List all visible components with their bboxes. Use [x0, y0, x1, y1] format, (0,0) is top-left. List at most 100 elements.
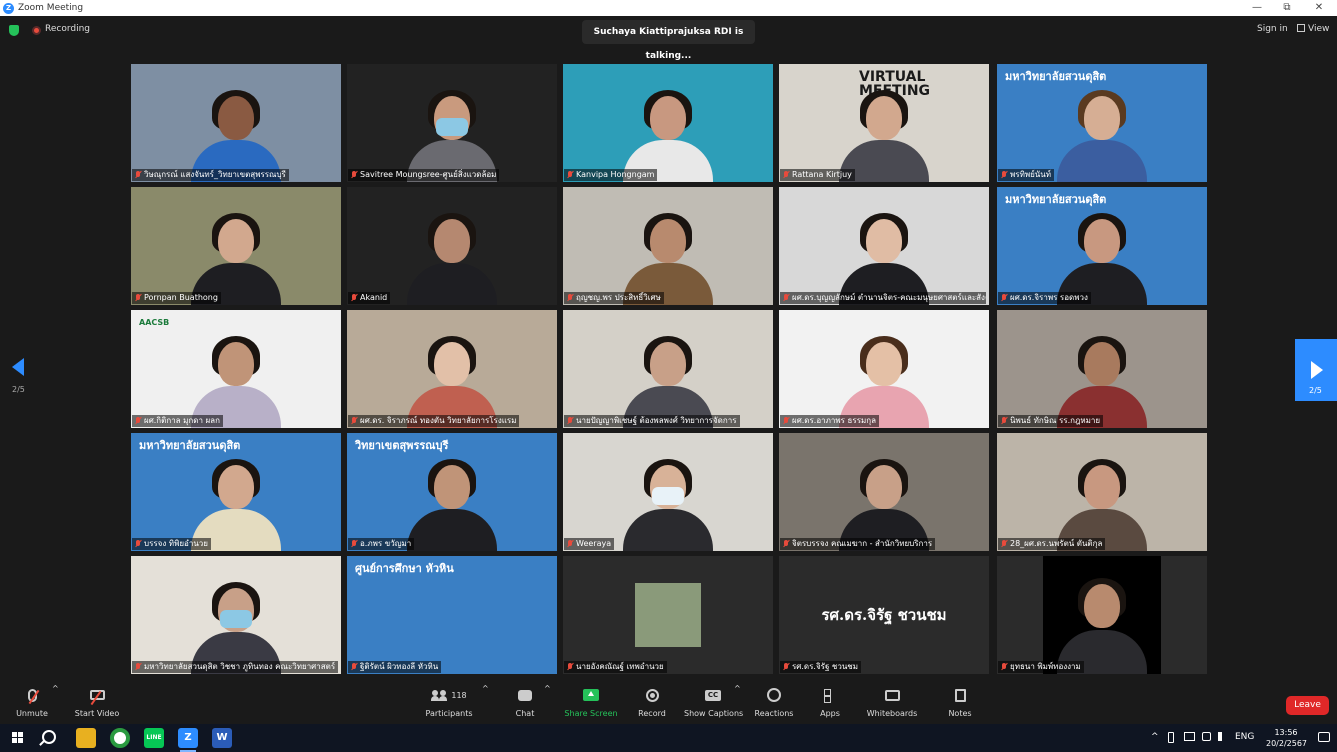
chat-options-caret[interactable]: ^ [544, 684, 551, 724]
previous-page-button[interactable]: 2/5 [12, 358, 26, 398]
restore-button[interactable]: ⧉ [1270, 0, 1304, 16]
mic-muted-icon [351, 663, 357, 671]
participant-tile[interactable]: VIRTUAL MEETING Rattana Kirtjuy [779, 64, 989, 182]
apps-label: Apps [820, 709, 840, 718]
chat-label: Chat [515, 709, 535, 718]
participant-tile[interactable]: Kanvipa Hongngam [563, 64, 773, 182]
person-body [407, 263, 497, 305]
view-button[interactable]: View [1297, 24, 1329, 34]
chat-button[interactable]: Chat [510, 684, 540, 724]
record-button[interactable]: Record [636, 684, 668, 724]
participant-name-label: ผศ.ดร.อาภาพร ธรรมกุล [780, 415, 880, 427]
mic-muted-icon [1001, 171, 1007, 179]
network-icon[interactable] [1184, 732, 1195, 741]
person-face [434, 465, 470, 509]
audio-options-caret[interactable]: ^ [52, 684, 59, 724]
participant-tile[interactable]: Pornpan Buathong [131, 187, 341, 305]
mic-muted-icon [1001, 294, 1007, 302]
participant-tile[interactable]: Weeraya [563, 433, 773, 551]
participant-tile[interactable]: ฤญชญ.พร ประสิทธิ์วิเศษ [563, 187, 773, 305]
windows-start-icon[interactable] [12, 732, 24, 744]
participant-tile[interactable]: จิตรบรรจง คณเมฆาก - สำนักวิทยบริการ [779, 433, 989, 551]
participant-name-label: นิพนธ์ ทักษิณ รร.กฎหมาย [998, 415, 1104, 427]
participant-video [623, 459, 713, 551]
unmute-button[interactable]: Unmute [10, 684, 54, 724]
apps-button[interactable]: Apps [816, 684, 844, 724]
participant-tile[interactable]: รศ.ดร.จิรัฐ ชวนชม รศ.ดร.จิรัฐ ชวนชม [779, 556, 989, 674]
participant-tile[interactable]: มหาวิทยาลัยสวนดุสิต ผศ.ดร.จิราพร รอดพวง [997, 187, 1207, 305]
participant-tile[interactable]: Savitree Moungsree-ศูนย์สิ่งแวดล้อม [347, 64, 557, 182]
participant-tile[interactable]: มหาวิทยาลัยสวนดุสิต วิชชา ภูทินทอง คณะวิ… [131, 556, 341, 674]
grid-view-icon [1297, 24, 1305, 32]
participant-tile[interactable]: ผศ.ดร.บุญญลักษม์ ตำนานจิตร-คณะมนุษยศาสตร… [779, 187, 989, 305]
participant-name-label: รศ.ดร.จิรัฐ ชวนชม [780, 661, 861, 673]
participant-tile[interactable]: 28_ผศ.ดร.นพรัตน์ ตันติกุล [997, 433, 1207, 551]
mic-muted-icon [135, 417, 141, 425]
person-face [650, 96, 686, 140]
virtual-background-text: มหาวิทยาลัยสวนดุสิต [139, 439, 241, 452]
zoom-app-icon[interactable]: Z [178, 728, 198, 752]
start-video-button[interactable]: Start Video [72, 684, 122, 724]
participant-name-label: ยุทธนา พิมพ์ทองงาม [998, 661, 1084, 673]
participants-options-caret[interactable]: ^ [482, 684, 489, 724]
whiteboards-label: Whiteboards [866, 709, 918, 718]
participant-tile[interactable]: ยุทธนา พิมพ์ทองงาม [997, 556, 1207, 674]
participant-tile[interactable]: มหาวิทยาลัยสวนดุสิต บรรจง ทิพิยอำนวย [131, 433, 341, 551]
participant-tile[interactable]: Akanid [347, 187, 557, 305]
chrome-icon[interactable] [110, 728, 130, 748]
share-screen-button[interactable]: Share Screen [563, 684, 619, 724]
participant-name: นายปัญญาพิเชษฐ์ ต้องพลพงศ์ วิทยาการจัดกา… [576, 416, 737, 425]
participant-video [407, 213, 497, 305]
notes-label: Notes [948, 709, 972, 718]
participant-tile[interactable]: นายปัญญาพิเชษฐ์ ต้องพลพงศ์ วิทยาการจัดกา… [563, 310, 773, 428]
whiteboards-button[interactable]: Whiteboards [866, 684, 918, 724]
participants-icon [431, 689, 447, 701]
participant-name-label: จิตรบรรจง คณเมฆาก - สำนักวิทยบริการ [780, 538, 936, 550]
participant-tile[interactable]: ผศ.ดร. จิราภรณ์ ทองตัน วิทยาลัยการโรงแรม [347, 310, 557, 428]
mic-muted-icon [135, 540, 141, 548]
battery-icon[interactable] [1168, 732, 1174, 743]
tray-overflow-chevron[interactable]: ^ [1151, 732, 1159, 742]
input-language[interactable]: ENG [1235, 732, 1254, 742]
recording-label[interactable]: Recording [45, 24, 90, 34]
onedrive-icon[interactable] [1202, 732, 1211, 741]
notes-button[interactable]: Notes [946, 684, 974, 724]
participant-tile[interactable]: วิทยาเขตสุพรรณบุรี อ.ภพร ขวัญมา [347, 433, 557, 551]
mic-muted-icon [351, 540, 357, 548]
participant-tile[interactable]: ผศ.ดร.อาภาพร ธรรมกุล [779, 310, 989, 428]
participant-tile[interactable]: ศูนย์การศึกษา หัวหิน ฐิติรัตน์ ผิวทองลี ห… [347, 556, 557, 674]
mic-muted-icon [1001, 540, 1007, 548]
participant-tile[interactable]: มหาวิทยาลัยสวนดุสิต พรทิพย์นันท์ [997, 64, 1207, 182]
meeting-controls-toolbar: Unmute ^ Start Video 118 Participants ^ … [0, 684, 1337, 724]
line-app-icon[interactable]: LINE [144, 728, 164, 748]
mic-muted-icon [567, 171, 573, 179]
word-app-icon[interactable]: W [212, 728, 232, 748]
participant-name-label: พรทิพย์นันท์ [998, 169, 1055, 181]
minimize-button[interactable]: — [1240, 0, 1274, 16]
participant-tile[interactable]: วิษณุกรณ์ แสงจันทร์_วิทยาเขตสุพรรณบุรี [131, 64, 341, 182]
apps-icon [823, 688, 837, 703]
participant-name-label: ผศ.กิติกาล มุกดา ผลก [132, 415, 223, 427]
encryption-shield-icon[interactable] [9, 25, 19, 36]
volume-icon[interactable] [1218, 732, 1226, 741]
file-explorer-icon[interactable] [76, 728, 96, 748]
participants-button[interactable]: 118 Participants [424, 684, 474, 724]
participant-name-label: Pornpan Buathong [132, 292, 221, 304]
reactions-button[interactable]: Reactions [754, 684, 794, 724]
taskbar-search-icon[interactable] [42, 730, 56, 744]
page-indicator-right: 2/5 [1309, 386, 1322, 395]
sign-in-link[interactable]: Sign in [1257, 24, 1288, 34]
close-button[interactable]: ✕ [1302, 0, 1336, 16]
participant-name: ฐิติรัตน์ ผิวทองลี หัวหิน [360, 662, 439, 671]
participant-tile[interactable]: นายอังคณัณฐ์ เทพอำนวย [563, 556, 773, 674]
participant-tile[interactable]: AACSB ผศ.กิติกาล มุกดา ผลก [131, 310, 341, 428]
notification-icon[interactable] [1318, 732, 1330, 742]
next-page-button[interactable]: 2/5 [1295, 339, 1337, 401]
windows-taskbar: LINE Z W ^ ENG 13:56 20/2/2567 [0, 724, 1337, 752]
person-face [434, 219, 470, 263]
captions-options-caret[interactable]: ^ [734, 684, 741, 724]
participant-tile[interactable]: นิพนธ์ ทักษิณ รร.กฎหมาย [997, 310, 1207, 428]
participant-name: ผศ.กิติกาล มุกดา ผลก [144, 416, 220, 425]
leave-button[interactable]: Leave [1286, 696, 1329, 715]
taskbar-clock[interactable]: 13:56 20/2/2567 [1266, 727, 1307, 749]
